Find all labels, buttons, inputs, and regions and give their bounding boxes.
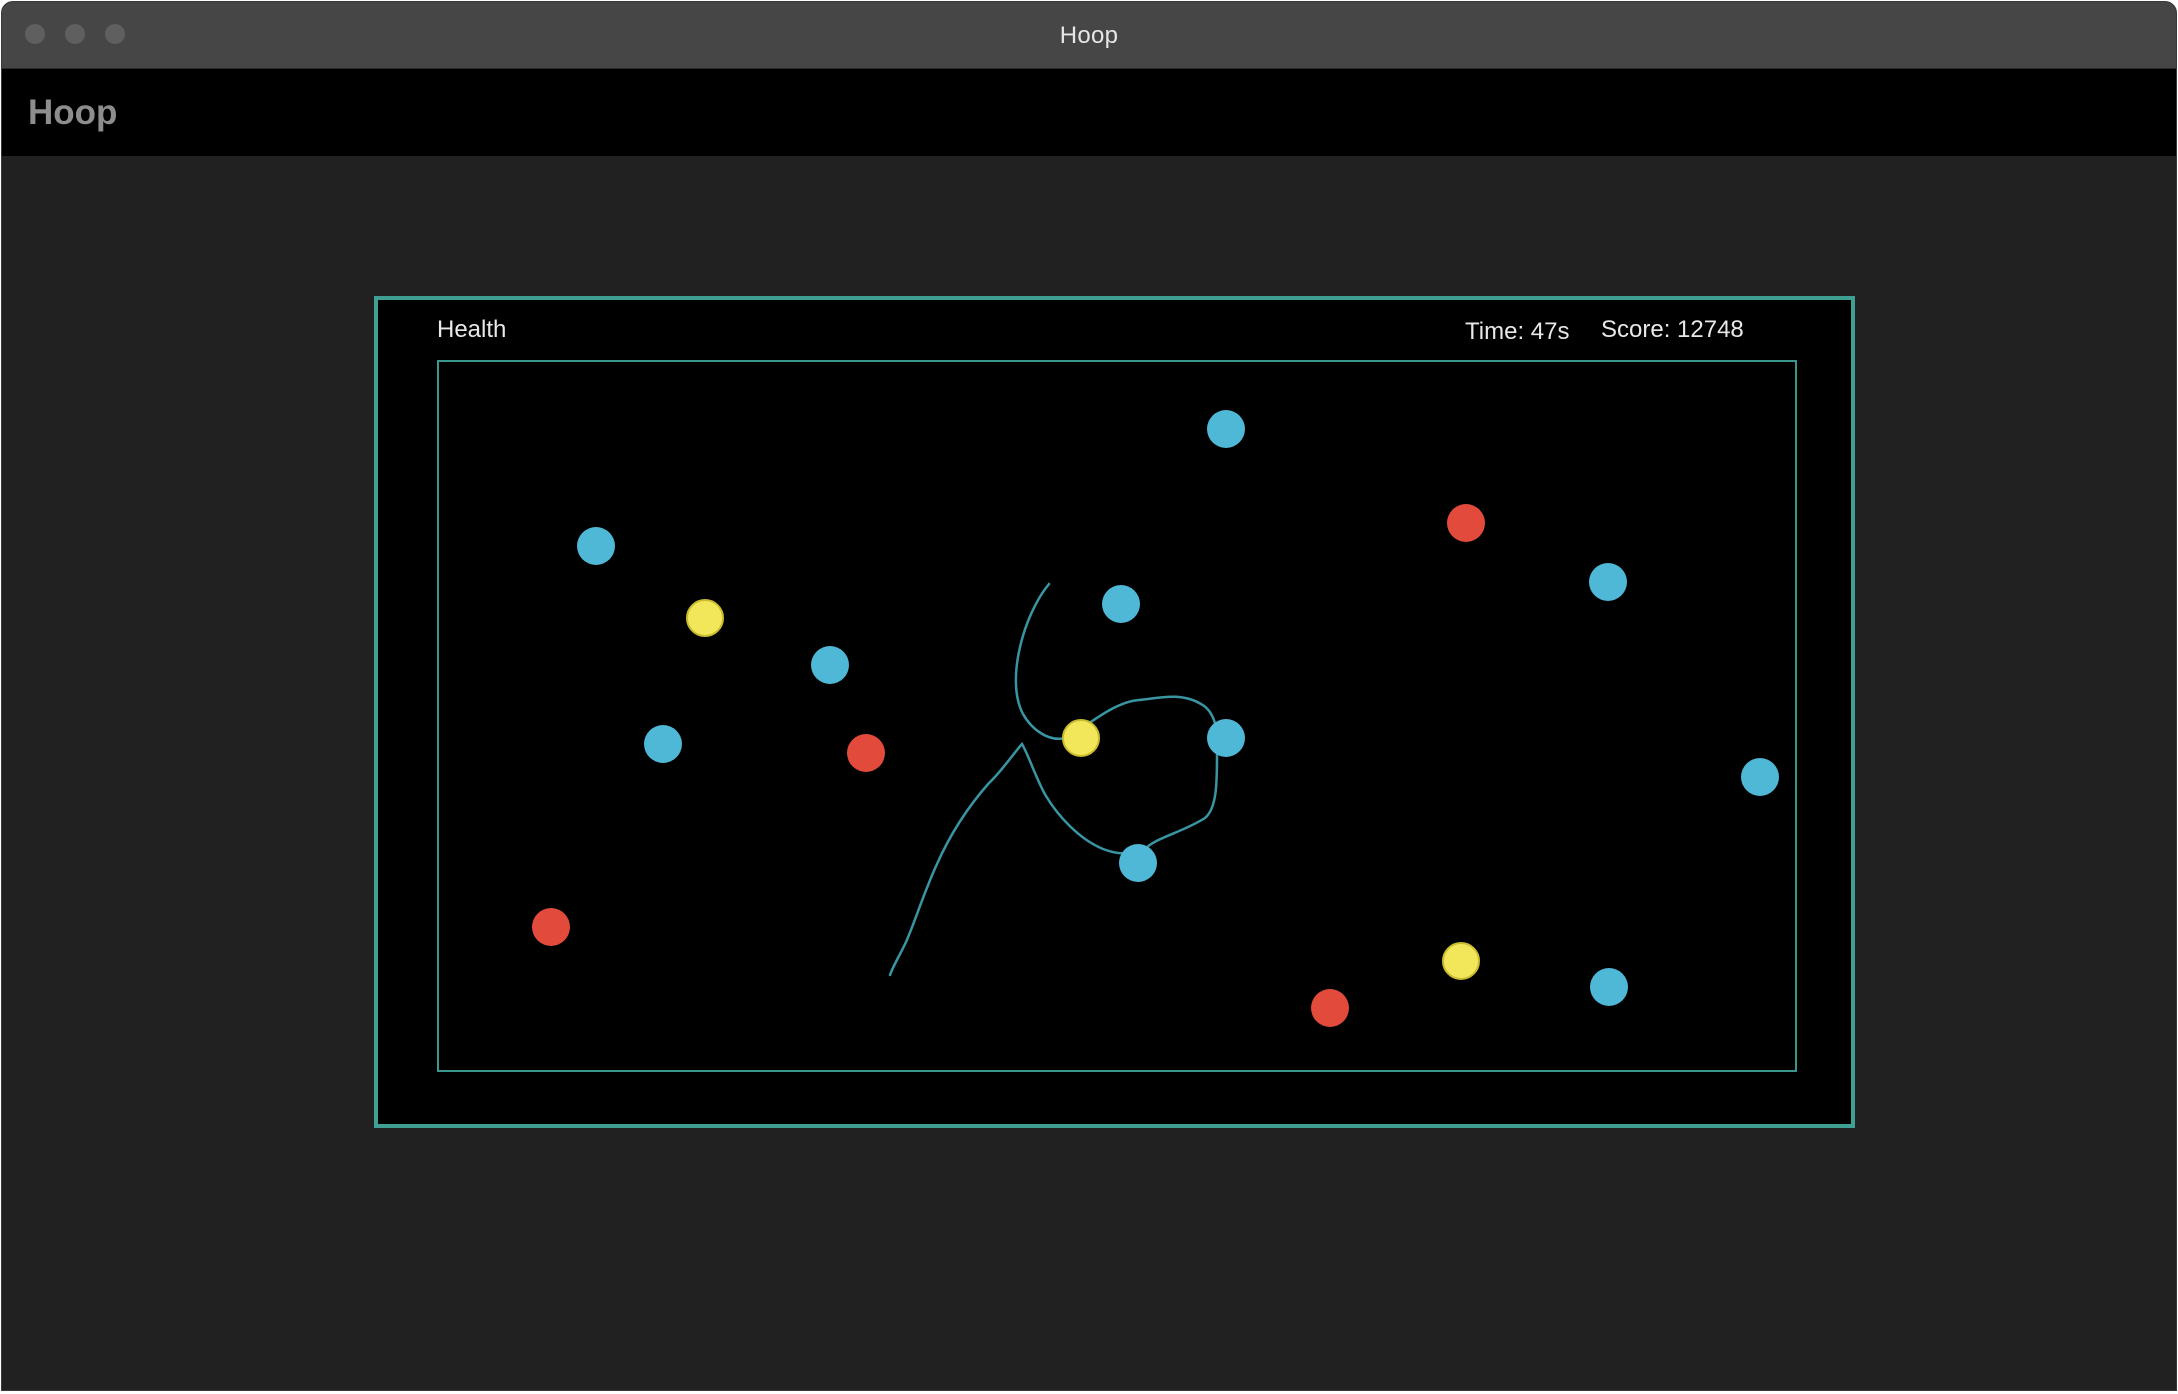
app-header: Hoop bbox=[2, 69, 2176, 156]
ball-red bbox=[532, 908, 570, 946]
ball-red bbox=[847, 734, 885, 772]
ball-blue bbox=[811, 646, 849, 684]
window-titlebar[interactable]: Hoop bbox=[2, 2, 2176, 69]
play-field[interactable] bbox=[437, 360, 1797, 1072]
time-readout: Time: 47s bbox=[1465, 318, 1570, 345]
ball-blue bbox=[1207, 719, 1245, 757]
health-label: Health bbox=[437, 316, 507, 343]
ball-blue bbox=[1741, 758, 1779, 796]
hoop-trail bbox=[888, 582, 1219, 977]
score-readout: Score: 12748 bbox=[1601, 316, 1744, 343]
ball-blue bbox=[644, 725, 682, 763]
app-title: Hoop bbox=[28, 93, 118, 132]
window-title: Hoop bbox=[1059, 22, 1119, 49]
app-window: Hoop Hoop Health Time: 47s Score: 12748 bbox=[1, 1, 2177, 1391]
ball-red bbox=[1311, 989, 1349, 1027]
ball-yellow bbox=[1442, 942, 1480, 980]
ball-yellow bbox=[1062, 719, 1100, 757]
ball-blue bbox=[577, 527, 615, 565]
ball-blue bbox=[1102, 585, 1140, 623]
game-stage: Health Time: 47s Score: 12748 bbox=[374, 296, 1855, 1128]
play-field-canvas[interactable] bbox=[439, 362, 1795, 1070]
ball-blue bbox=[1589, 563, 1627, 601]
ball-blue bbox=[1119, 844, 1157, 882]
ball-yellow bbox=[686, 599, 724, 637]
ball-red bbox=[1447, 504, 1485, 542]
ball-blue bbox=[1590, 968, 1628, 1006]
ball-blue bbox=[1207, 410, 1245, 448]
